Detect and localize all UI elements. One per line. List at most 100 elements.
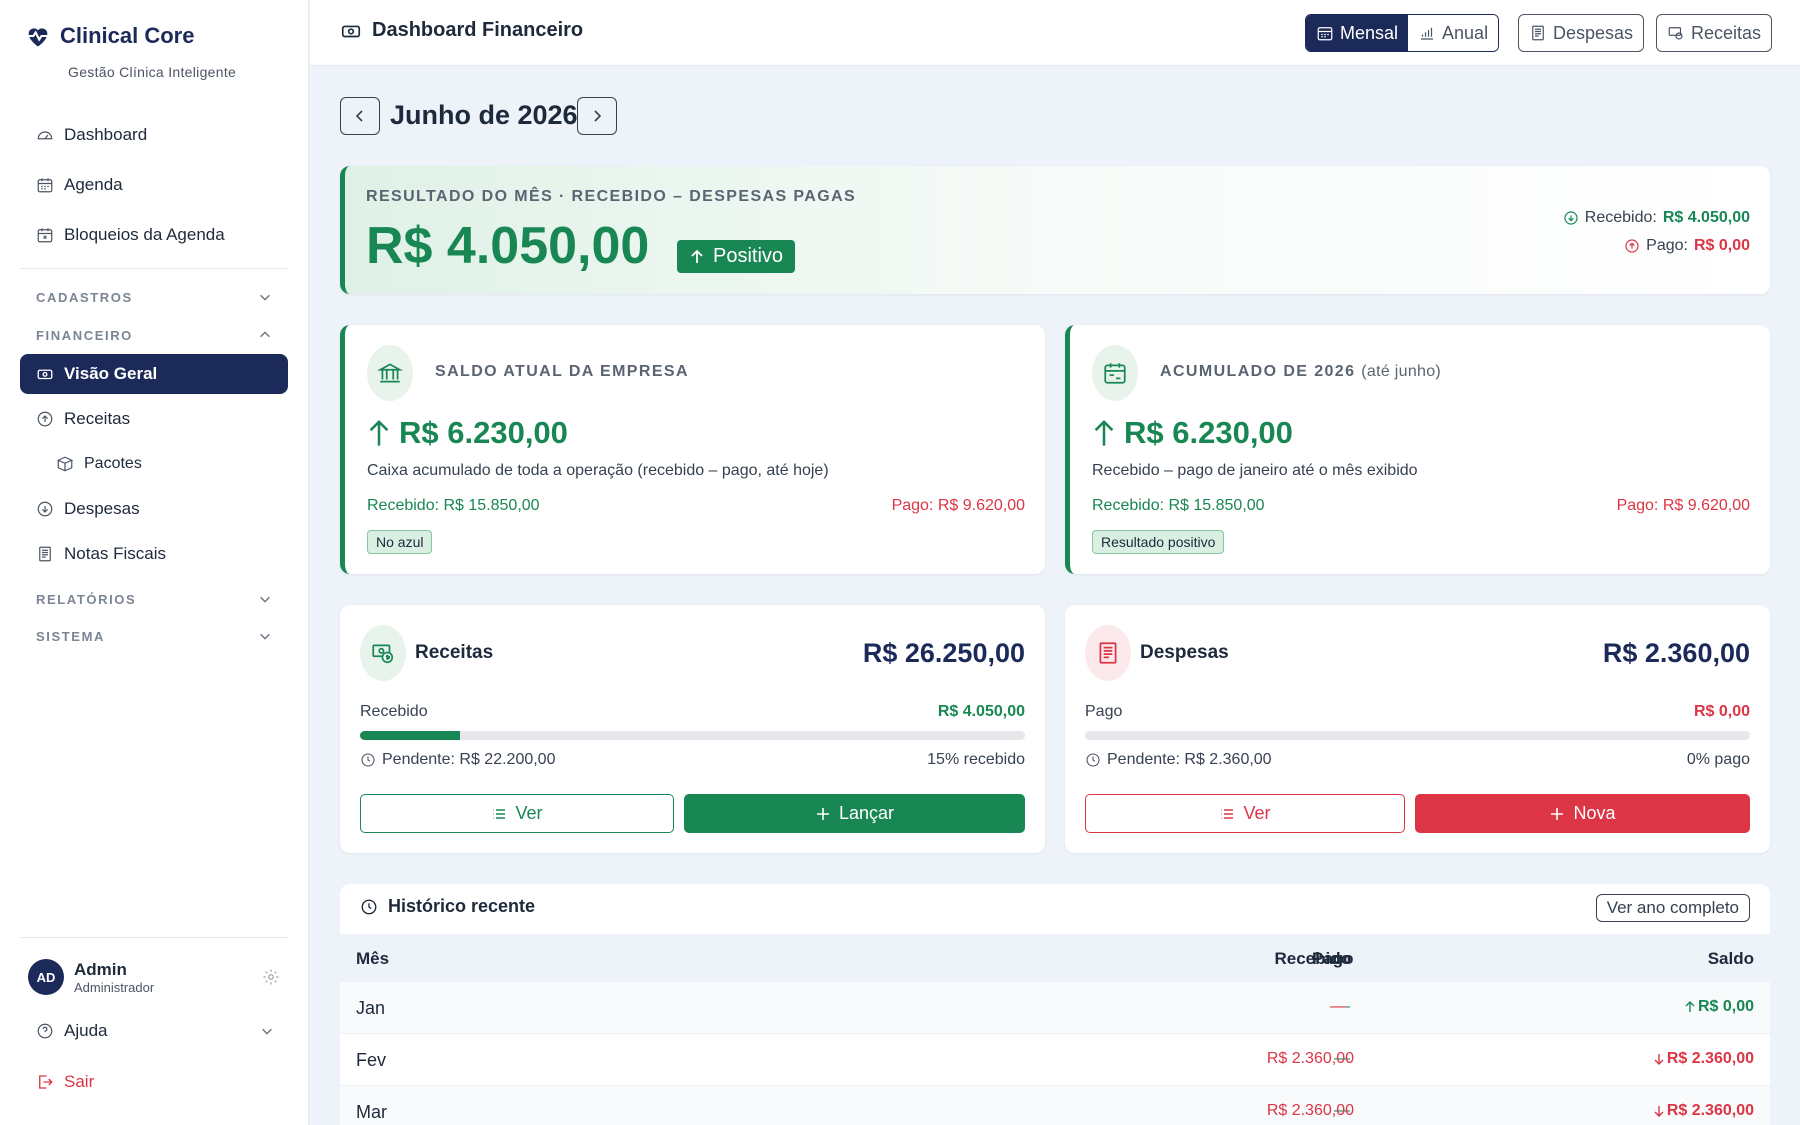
plus-icon (1551, 807, 1564, 820)
nova-label: Nova (1573, 803, 1616, 823)
cell-saldo-value: R$ 0,00 (1697, 998, 1754, 1015)
section-sistema[interactable]: SISTEMA (20, 621, 288, 651)
bank-icon-wrap (367, 345, 413, 401)
section-label: SISTEMA (36, 628, 105, 644)
sidebar-item-pacotes[interactable]: Pacotes (20, 444, 288, 484)
cell-saldo-value: R$ 2.360,00 (1666, 1102, 1754, 1119)
receitas-button[interactable]: Receitas (1656, 14, 1773, 52)
cell-saldo: R$ 0,00 (1685, 998, 1754, 1016)
receipt-icon (1099, 642, 1117, 664)
result-breakdown: Recebido: R$ 4.050,00 Pago: R$ 0,00 (1563, 204, 1750, 260)
sidebar-item-dashboard[interactable]: Dashboard (20, 115, 288, 155)
chevron-down-icon (262, 1028, 272, 1035)
user-name: Admin (74, 959, 127, 979)
acumulado-value: R$ 6.230,00 (1092, 415, 1293, 451)
mensal-label: Mensal (1340, 22, 1399, 43)
despesas-sub-value: R$ 0,00 (1693, 703, 1750, 720)
cell-saldo-value: R$ 2.360,00 (1666, 1050, 1754, 1067)
history-panel: Histórico recente Ver ano completo Mês R… (340, 884, 1770, 1125)
clock-icon (361, 899, 377, 914)
brand[interactable]: Clinical Core (24, 22, 194, 50)
saldo-label: SALDO ATUAL DA EMPRESA (435, 363, 689, 380)
positive-badge: Positivo (677, 240, 796, 273)
despesas-sub-label: Pago (1085, 703, 1123, 720)
lancar-label: Lançar (838, 803, 895, 823)
sidebar-item-label: Dashboard (64, 125, 148, 144)
table-row[interactable]: Jan — — R$ 0,00 (340, 982, 1770, 1034)
mensal-button[interactable]: Mensal (1306, 15, 1409, 51)
sidebar-item-bloqueios[interactable]: Bloqueios da Agenda (20, 215, 288, 255)
section-label: CADASTROS (36, 289, 133, 305)
chevron-right-icon (594, 110, 602, 122)
cash-icon (37, 369, 53, 380)
result-pago-label: Pago: (1646, 237, 1688, 254)
anual-label: Anual (1442, 22, 1489, 43)
sidebar-item-agenda[interactable]: Agenda (20, 165, 288, 205)
cell-saldo: R$ 2.360,00 (1654, 1102, 1754, 1120)
table-row[interactable]: Fev — R$ 2.360,00 R$ 2.360,00 (340, 1034, 1770, 1086)
prev-month-button[interactable] (340, 97, 380, 135)
receipt-icon-wrap (1085, 625, 1131, 681)
sidebar-item-visao-geral[interactable]: Visão Geral (20, 354, 288, 394)
receitas-total: R$ 26.250,00 (862, 638, 1025, 668)
gear-icon[interactable] (262, 968, 280, 986)
cell-mes: Mar (356, 1102, 387, 1122)
receitas-title: Receitas (415, 642, 494, 663)
acumulado-pago: Pago: R$ 9.620,00 (1616, 497, 1750, 514)
chevron-down-icon (260, 596, 270, 603)
sidebar-item-despesas[interactable]: Despesas (20, 489, 288, 529)
divider (20, 937, 288, 938)
ver-ano-completo-button[interactable]: Ver ano completo (1595, 894, 1750, 922)
calendar-x-icon (37, 228, 53, 243)
receitas-sub-label: Recebido (360, 703, 428, 720)
cash-coin-icon (1668, 27, 1683, 40)
chevron-left-icon (355, 110, 363, 122)
sidebar-item-sair[interactable]: Sair (20, 1062, 288, 1102)
result-label: RESULTADO DO MÊS · RECEBIDO – DESPESAS P… (366, 188, 857, 205)
lancar-button[interactable]: Lançar (684, 794, 1025, 833)
section-label: RELATÓRIOS (36, 591, 137, 607)
list-icon (493, 808, 506, 819)
saldo-pago: Pago: R$ 9.620,00 (891, 497, 1025, 514)
section-financeiro[interactable]: FINANCEIRO (20, 320, 288, 350)
sidebar-item-label: Bloqueios da Agenda (64, 225, 225, 244)
sidebar-item-label: Ajuda (64, 1021, 108, 1040)
logout-icon (39, 1075, 53, 1089)
sidebar-item-notas-fiscais[interactable]: Notas Fiscais (20, 534, 288, 574)
sidebar-item-receitas[interactable]: Receitas (20, 399, 288, 439)
user-profile[interactable]: AD Admin Administrador (28, 955, 280, 999)
receitas-ver-button[interactable]: Ver (360, 794, 674, 833)
month-result-card: RESULTADO DO MÊS · RECEBIDO – DESPESAS P… (340, 166, 1770, 294)
despesas-ver-button[interactable]: Ver (1085, 794, 1405, 833)
result-value: R$ 4.050,00 (366, 217, 650, 275)
receitas-pendente: Pendente: R$ 22.200,00 (360, 751, 555, 769)
cash-coin-icon-wrap (360, 625, 406, 681)
despesas-card: Despesas R$ 2.360,00 Pago R$ 0,00 Penden… (1065, 605, 1770, 853)
question-circle-icon (37, 1023, 53, 1039)
section-relatorios[interactable]: RELATÓRIOS (20, 584, 288, 614)
nova-despesa-button[interactable]: Nova (1415, 794, 1750, 833)
chevron-down-icon (260, 294, 270, 301)
sidebar-item-label: Notas Fiscais (64, 544, 167, 563)
result-recebido-value: R$ 4.050,00 (1662, 209, 1750, 226)
cell-mes: Jan (356, 998, 386, 1018)
sidebar-item-label: Despesas (64, 499, 140, 518)
table-row[interactable]: Mar — R$ 2.360,00 R$ 2.360,00 (340, 1086, 1770, 1125)
header-pago: Pago (1312, 949, 1354, 968)
receipt-icon (1532, 25, 1544, 41)
despesas-pendente-text: Pendente: R$ 2.360,00 (1107, 751, 1272, 768)
brand-name: Clinical Core (60, 23, 195, 48)
section-cadastros[interactable]: CADASTROS (20, 282, 288, 312)
acumulado-card: ACUMULADO DE 2026 (até junho) R$ 6.230,0… (1065, 325, 1770, 574)
despesas-button[interactable]: Despesas (1518, 14, 1645, 52)
anual-button[interactable]: Anual (1408, 15, 1499, 51)
user-role: Administrador (74, 979, 155, 995)
next-month-button[interactable] (577, 97, 617, 135)
section-label: FINANCEIRO (36, 327, 133, 343)
cell-pago: R$ 2.360,00 (1266, 1050, 1354, 1067)
arrow-up-icon (1685, 1001, 1695, 1012)
calendar-icon (1317, 27, 1333, 41)
receitas-card: Receitas R$ 26.250,00 Recebido R$ 4.050,… (340, 605, 1045, 853)
sidebar-item-ajuda[interactable]: Ajuda (20, 1011, 288, 1051)
calendar-range-icon (1104, 363, 1126, 384)
